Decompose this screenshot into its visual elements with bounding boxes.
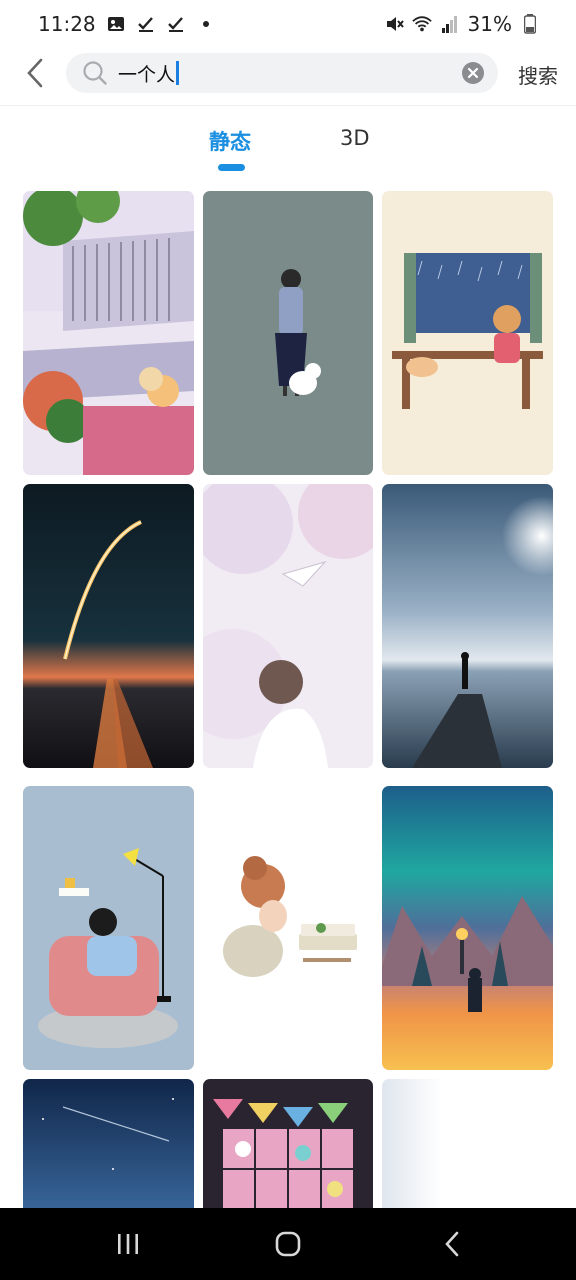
wallpaper-tile-4[interactable] [23,484,194,768]
search-icon [83,61,107,85]
wallpaper-tile-11[interactable] [203,1079,373,1219]
home-button[interactable] [272,1228,304,1260]
tab-active-indicator [218,164,245,171]
recent-apps-button[interactable] [112,1228,144,1260]
wallpaper-tile-8[interactable] [203,786,373,1070]
gallery-icon [106,14,126,34]
signal-icon [440,14,460,34]
tab-static[interactable]: 静态 [209,126,251,156]
wallpaper-tile-5[interactable] [203,484,373,768]
text-caret [176,61,180,85]
recent-apps-icon [118,1234,138,1254]
tab-3d[interactable]: 3D [340,126,370,150]
wallpaper-tile-3[interactable] [382,191,553,475]
search-submit-button[interactable]: 搜索 [518,60,558,89]
home-icon [275,1231,301,1257]
search-box[interactable]: 一个人 [66,53,498,93]
search-header: 一个人 搜索 [0,48,576,106]
wallpaper-tile-7[interactable] [23,786,194,1070]
battery-percent: 31% [467,12,512,36]
dot-icon [196,14,216,34]
wallpaper-tile-9[interactable] [382,786,553,1070]
search-query: 一个人 [118,63,176,86]
check-icon [136,14,156,34]
chevron-left-icon [27,58,43,88]
close-icon [467,67,479,79]
wallpaper-tile-6[interactable] [382,484,553,768]
wallpaper-tile-10[interactable] [23,1079,194,1219]
wallpaper-tile-2[interactable] [203,191,373,475]
battery-icon [520,14,540,34]
wifi-icon [411,14,432,34]
back-icon [445,1231,459,1257]
search-input[interactable]: 一个人 [108,60,462,87]
wallpaper-tile-1[interactable] [23,191,194,475]
back-button[interactable] [18,56,52,90]
check-icon [166,14,186,34]
mute-icon [384,14,404,34]
clear-button[interactable] [462,62,484,84]
tab-bar: 静态 3D [0,120,576,176]
wallpaper-tile-12[interactable] [382,1079,553,1219]
status-bar: 11:28 31% [0,0,576,48]
header-divider [0,105,576,106]
back-nav-button[interactable] [436,1228,468,1260]
status-time: 11:28 [38,12,96,36]
system-navigation-bar [0,1208,576,1280]
